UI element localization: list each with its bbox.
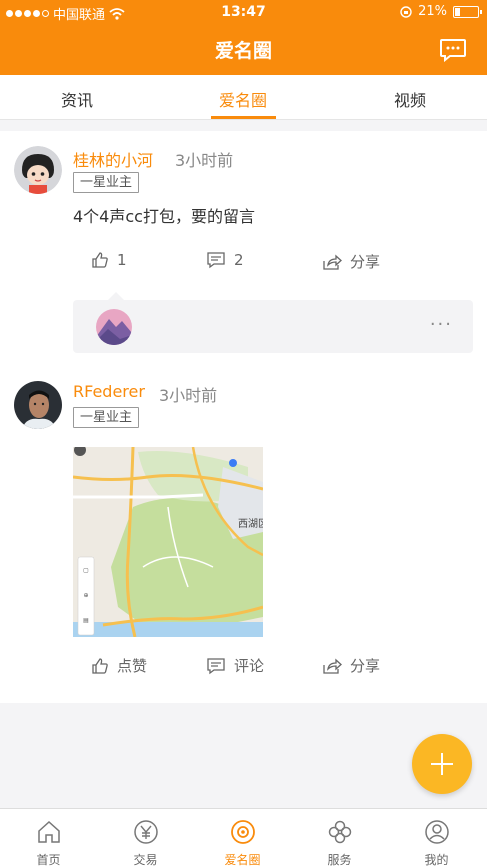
bottom-tabbar: 首页 交易 爱名圈 服务 我的 <box>0 808 487 866</box>
comment-label: 评论 <box>234 657 265 675</box>
thumbs-up-icon <box>92 657 108 674</box>
battery-icon <box>453 5 482 18</box>
post-time: 3小时前 <box>175 151 234 170</box>
tabbar-item-mine[interactable]: 我的 <box>388 809 485 866</box>
share-icon <box>323 658 342 674</box>
tabbar-item-trade[interactable]: 交易 <box>97 809 194 866</box>
feed: 桂林的小河 3小时前 一星业主 4个4声cc打包，要的留言 1 2 分享 ···… <box>0 131 487 703</box>
share-button[interactable]: 分享 <box>322 251 380 272</box>
more-options-button[interactable]: ··· <box>430 314 453 335</box>
tabbar-label: 交易 <box>133 853 158 866</box>
yuan-icon <box>134 820 158 844</box>
svg-text:▢: ▢ <box>83 567 89 574</box>
like-label: 点赞 <box>117 657 148 675</box>
circle-icon <box>231 820 255 844</box>
tabbar-label: 服务 <box>327 853 352 866</box>
rotation-lock-icon <box>400 5 412 18</box>
tabbar-label: 首页 <box>36 853 61 866</box>
tab-video[interactable]: 视频 <box>365 87 455 111</box>
post-text: 4个4声cc打包，要的留言 <box>73 207 255 226</box>
chat-bubble-icon[interactable] <box>439 38 467 62</box>
clover-icon <box>328 820 352 844</box>
share-label: 分享 <box>350 253 381 271</box>
post-actions: 点赞 评论 分享 <box>0 655 487 685</box>
comment-icon <box>207 252 225 269</box>
member-badge: 一星业主 <box>73 172 140 193</box>
liker-avatar[interactable] <box>96 309 132 345</box>
tab-news[interactable]: 资讯 <box>32 87 122 111</box>
post-card: RFederer 3小时前 一星业主 ▢ ⊕ ▤ 西湖 点赞 评论 分享 <box>0 371 487 701</box>
post-username[interactable]: RFederer <box>73 382 145 401</box>
member-badge: 一星业主 <box>73 407 140 428</box>
comment-button[interactable]: 2 <box>206 251 244 269</box>
avatar[interactable] <box>14 381 62 429</box>
share-icon <box>323 254 342 270</box>
tabbar-item-aiming-circle[interactable]: 爱名圈 <box>194 809 291 866</box>
tabbar-item-service[interactable]: 服务 <box>291 809 388 866</box>
tabbar-item-home[interactable]: 首页 <box>0 809 97 866</box>
post-username[interactable]: 桂林的小河 <box>73 147 153 171</box>
post-time: 3小时前 <box>159 386 218 405</box>
share-label: 分享 <box>350 657 381 675</box>
svg-text:⊕: ⊕ <box>83 592 88 599</box>
thumbs-up-icon <box>92 252 108 268</box>
home-icon <box>38 820 60 843</box>
comment-count: 2 <box>234 251 244 269</box>
active-tab-indicator <box>211 116 276 119</box>
status-bar: 中国联通 13:47 21% <box>0 0 487 24</box>
likers-box: ··· <box>73 292 473 353</box>
page-title: 爱名圈 <box>214 40 272 62</box>
comment-icon <box>207 657 225 674</box>
tabbar-label: 我的 <box>424 853 449 866</box>
post-image-map[interactable]: ▢ ⊕ ▤ 西湖区 <box>73 447 263 637</box>
share-button[interactable]: 分享 <box>322 655 380 676</box>
post-card: 桂林的小河 3小时前 一星业主 4个4声cc打包，要的留言 1 2 分享 ··· <box>0 131 487 361</box>
tab-aiming-circle[interactable]: 爱名圈 <box>198 87 288 111</box>
avatar[interactable] <box>14 146 62 194</box>
tabbar-label: 爱名圈 <box>224 853 261 866</box>
like-count: 1 <box>117 251 127 269</box>
user-icon <box>425 820 449 844</box>
top-tabs: 资讯 爱名圈 视频 <box>0 75 487 120</box>
app-header: 中国联通 13:47 21% 爱名圈 <box>0 0 487 75</box>
svg-text:▤: ▤ <box>83 617 89 624</box>
like-button[interactable]: 1 <box>91 251 127 269</box>
plus-icon[interactable] <box>412 734 472 794</box>
comment-button[interactable]: 评论 <box>206 655 264 676</box>
battery-percent: 21% <box>418 4 447 19</box>
post-actions: 1 2 分享 <box>0 251 487 281</box>
map-label-west-lake: 西湖区 <box>238 518 263 530</box>
like-button[interactable]: 点赞 <box>91 655 147 676</box>
